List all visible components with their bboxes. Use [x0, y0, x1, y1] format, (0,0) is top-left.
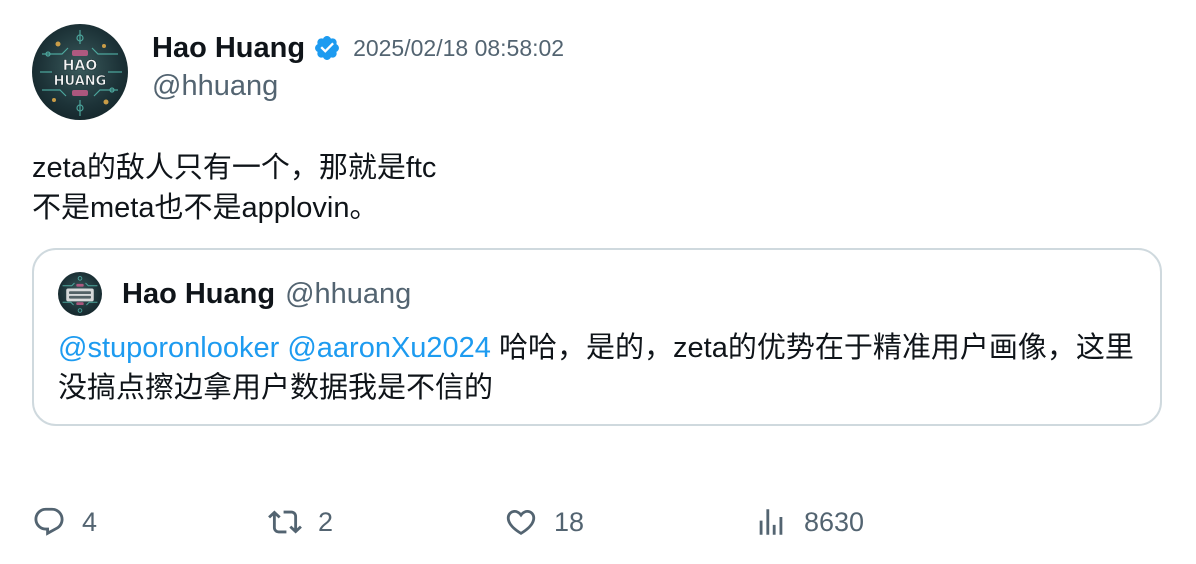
quote-avatar [58, 272, 102, 316]
quote-author-display-name[interactable]: Hao Huang [122, 278, 275, 311]
avatar-text-huang: HUANG [54, 74, 107, 89]
quote-avatar-image [62, 276, 98, 313]
retweet-button[interactable]: 2 [268, 500, 333, 544]
author-display-name[interactable]: Hao Huang [152, 32, 305, 65]
like-button[interactable]: 18 [504, 500, 584, 544]
views-button[interactable]: 8630 [754, 500, 864, 544]
like-count: 18 [554, 506, 585, 537]
reply-button[interactable]: 4 [32, 500, 97, 544]
tweet-header: Hao Huang 2025/02/18 08:58:02 [152, 28, 564, 68]
reply-icon [34, 507, 64, 536]
heart-icon [506, 509, 536, 535]
analytics-icon [759, 509, 783, 535]
mention-link[interactable]: @aaronXu2024 [287, 332, 491, 364]
quote-tweet-card[interactable]: Hao Huang @hhuang @stuporonlooker @aaron… [32, 248, 1162, 426]
tweet-text-line: zeta的敌人只有一个，那就是ftc [32, 152, 437, 184]
tweet-text: zeta的敌人只有一个，那就是ftc 不是meta也不是applovin。 [32, 148, 1152, 228]
retweet-count: 2 [318, 506, 334, 537]
tweet-text-line: 不是meta也不是applovin。 [32, 192, 379, 224]
mention-link[interactable]: @stuporonlooker [58, 332, 279, 364]
quote-text: @stuporonlooker @aaronXu2024 哈哈，是的，zeta的… [58, 328, 1138, 408]
quote-header: Hao Huang @hhuang [122, 274, 411, 314]
avatar-image: HAO HUANG [40, 30, 122, 116]
tweet-actions: 4 2 18 8630 [32, 500, 1162, 544]
verified-badge-icon [313, 34, 341, 62]
avatar-text-hao: HAO [63, 58, 98, 74]
tweet-timestamp[interactable]: 2025/02/18 08:58:02 [353, 35, 564, 62]
quote-author-handle[interactable]: @hhuang [285, 278, 411, 311]
views-count: 8630 [804, 506, 865, 537]
avatar[interactable]: HAO HUANG [32, 24, 128, 120]
reply-count: 4 [82, 506, 98, 537]
author-handle[interactable]: @hhuang [152, 70, 278, 103]
retweet-icon [268, 510, 302, 534]
